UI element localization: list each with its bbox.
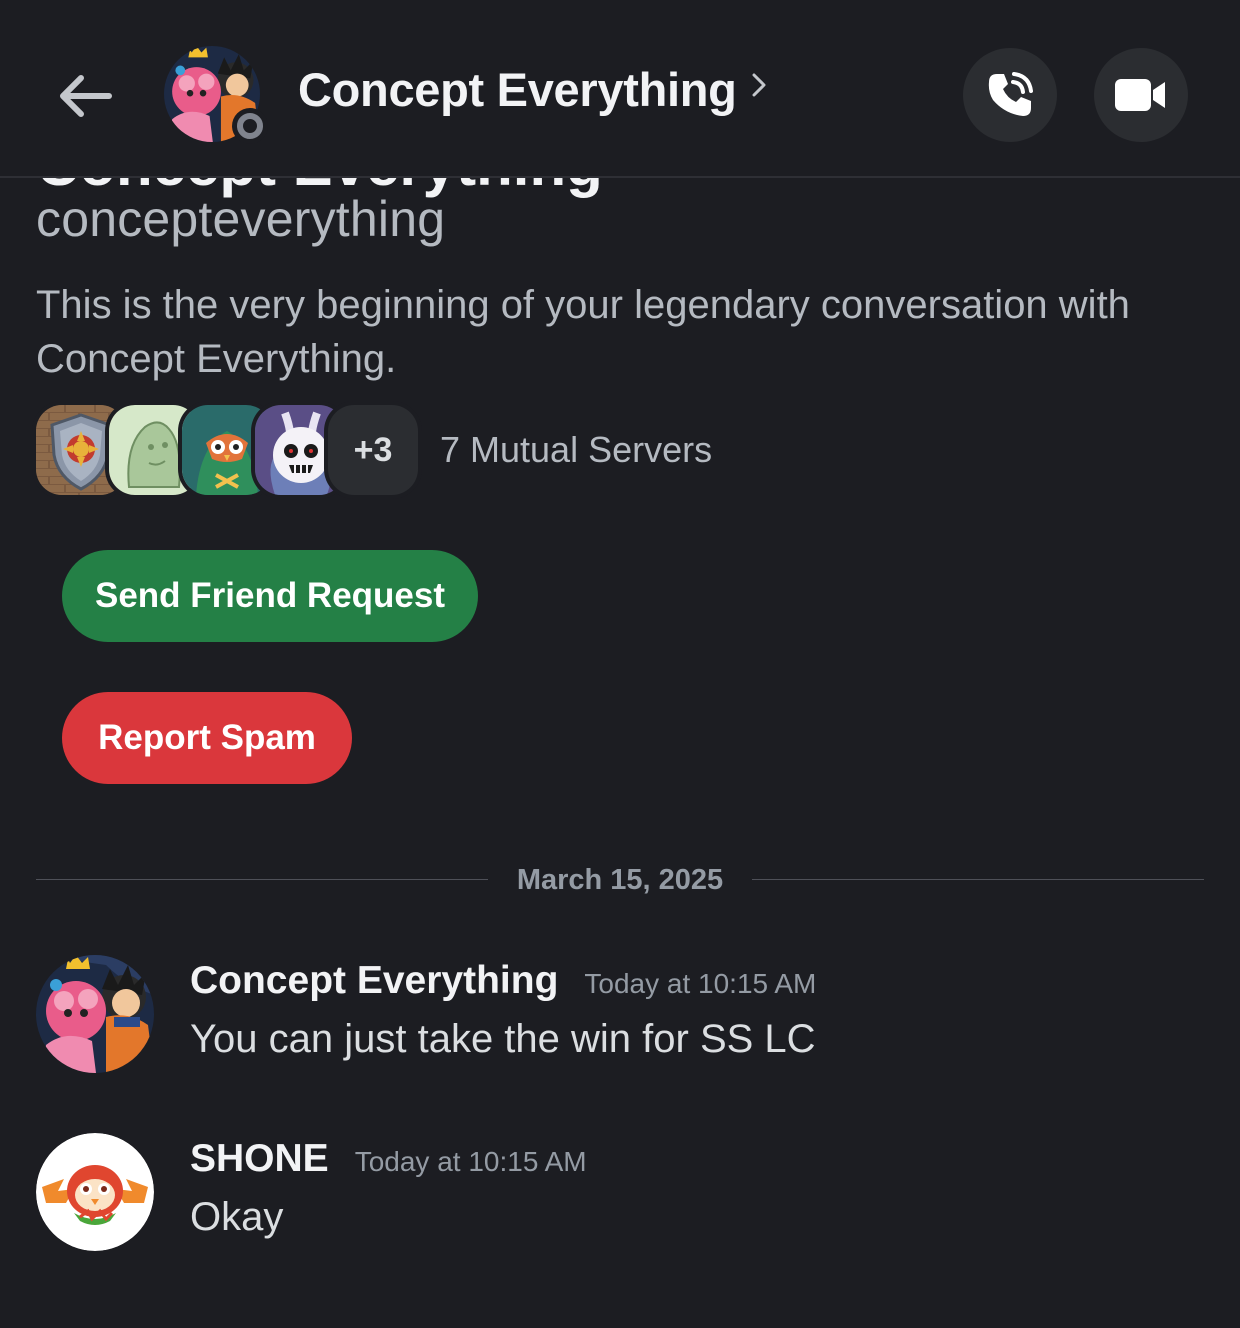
chat-header: Concept Everything <box>0 0 1240 178</box>
message-header: Concept Everything Today at 10:15 AM <box>190 959 816 1003</box>
message-text: You can just take the win for SS LC <box>190 1017 816 1061</box>
phone-call-icon <box>988 72 1033 116</box>
header-avatar[interactable] <box>164 46 268 144</box>
video-call-button[interactable] <box>1094 48 1188 142</box>
divider-line <box>752 879 1204 880</box>
mutual-server-icons: +3 <box>36 405 418 495</box>
back-button[interactable] <box>50 62 118 130</box>
header-title-button[interactable]: Concept Everything <box>298 62 767 117</box>
header-title: Concept Everything <box>298 63 737 116</box>
divider-line <box>36 879 488 880</box>
more-servers-count[interactable]: +3 <box>328 405 418 495</box>
divider-date: March 15, 2025 <box>516 864 724 896</box>
report-spam-button[interactable]: Report Spam <box>62 692 352 784</box>
message-timestamp: Today at 10:15 AM <box>354 1146 587 1177</box>
offline-status-icon <box>232 108 268 144</box>
video-camera-icon <box>1115 79 1165 111</box>
message-text: Okay <box>190 1195 284 1239</box>
message-author[interactable]: SHONE <box>190 1137 329 1181</box>
chevron-right-icon <box>751 72 767 103</box>
dm-screen: Concept Everything concepteverything Thi… <box>0 0 1240 1328</box>
intro-username: concepteverything <box>36 191 446 247</box>
arrow-left-icon <box>60 75 112 117</box>
avatar[interactable] <box>36 1133 154 1251</box>
send-friend-request-button[interactable]: Send Friend Request <box>62 550 478 642</box>
mutual-servers-row[interactable]: +3 7 Mutual Servers <box>36 405 712 495</box>
message-timestamp: Today at 10:15 AM <box>584 968 817 999</box>
date-divider: March 15, 2025 <box>36 860 1204 900</box>
message-author[interactable]: Concept Everything <box>190 959 558 1003</box>
intro-description: This is the very beginning of your legen… <box>36 283 1130 381</box>
mutual-servers-link[interactable]: 7 Mutual Servers <box>440 429 712 471</box>
voice-call-button[interactable] <box>963 48 1057 142</box>
message-header: SHONE Today at 10:15 AM <box>190 1137 587 1181</box>
avatar[interactable] <box>36 955 154 1073</box>
